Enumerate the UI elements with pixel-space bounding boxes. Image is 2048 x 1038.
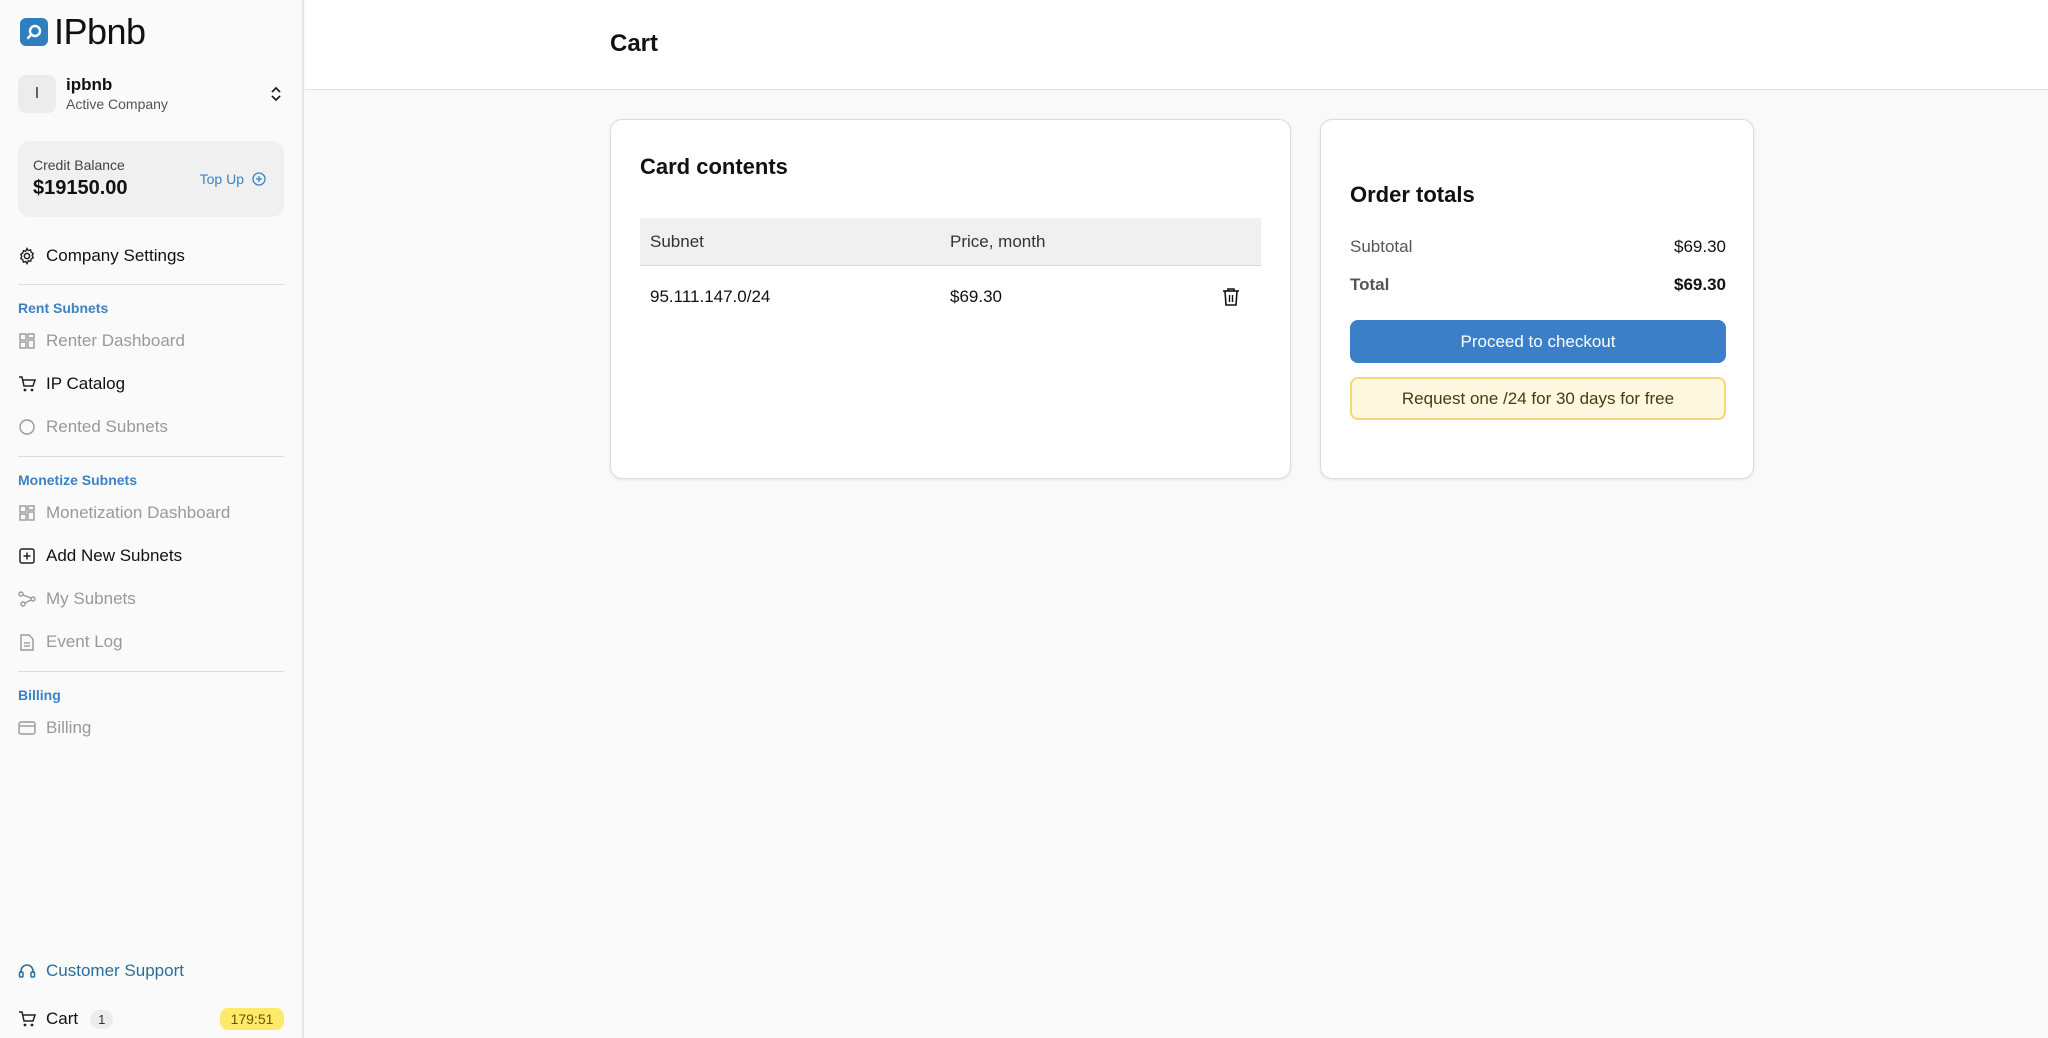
divider (18, 456, 284, 457)
sidebar-item-billing[interactable]: Billing (18, 716, 91, 740)
reservation-timer: 179:51 (220, 1008, 284, 1030)
sidebar-item-ip-catalog[interactable]: IP Catalog (18, 372, 125, 396)
section-label-rent: Rent Subnets (18, 300, 109, 316)
order-totals-title: Order totals (1350, 182, 1475, 207)
plus-circle-icon (252, 172, 266, 186)
network-icon (18, 590, 36, 608)
order-totals-card: Order totals Subtotal $69.30 Total $69.3… (1320, 119, 1754, 479)
column-header-price: Price, month (950, 231, 1046, 251)
circle-icon (18, 418, 36, 436)
sidebar-item-event-log[interactable]: Event Log (18, 630, 123, 654)
sidebar: IPbnb I ipbnb Active Company Credit Bala… (0, 0, 304, 1038)
sidebar-item-label: Rented Subnets (46, 417, 168, 436)
price-cell: $69.30 (950, 287, 1002, 306)
table-row: 95.111.147.0/24 $69.30 (640, 266, 1261, 328)
sidebar-item-renter-dashboard[interactable]: Renter Dashboard (18, 329, 185, 353)
total-row: Total $69.30 (1350, 275, 1726, 295)
logo-icon (20, 18, 48, 46)
divider (18, 671, 284, 672)
credit-balance-value: $19150.00 (33, 177, 128, 199)
top-up-button[interactable]: Top Up (200, 171, 266, 187)
cart-contents-card: Card contents Subnet Price, month 95.111… (610, 119, 1291, 479)
credit-balance-label: Credit Balance (33, 157, 125, 173)
cart-count-badge: 1 (90, 1009, 114, 1029)
sidebar-item-label: Billing (46, 718, 92, 737)
section-label-monetize: Monetize Subnets (18, 472, 138, 488)
company-switcher[interactable]: I ipbnb Active Company (18, 72, 286, 116)
credit-card-icon (18, 719, 36, 737)
company-status: Active Company (66, 96, 168, 112)
subtotal-row: Subtotal $69.30 (1350, 237, 1726, 257)
chevron-up-down-icon[interactable] (266, 82, 286, 106)
sidebar-item-my-subnets[interactable]: My Subnets (18, 587, 136, 611)
subtotal-value: $69.30 (1674, 237, 1726, 256)
column-header-subnet: Subnet (650, 231, 704, 251)
company-name: ipbnb (66, 75, 113, 94)
sidebar-item-label: Monetization Dashboard (46, 503, 231, 522)
top-up-label: Top Up (199, 171, 244, 187)
headset-icon (18, 962, 36, 980)
sidebar-item-label: Event Log (46, 632, 123, 651)
company-avatar: I (18, 75, 56, 113)
sidebar-item-label: IP Catalog (46, 374, 126, 393)
logo[interactable]: IPbnb (20, 14, 146, 50)
document-icon (18, 633, 36, 651)
cart-table: Subnet Price, month 95.111.147.0/24 $69.… (640, 218, 1261, 328)
gear-icon (18, 247, 36, 265)
section-label-billing: Billing (18, 687, 61, 703)
subnet-cell: 95.111.147.0/24 (650, 287, 771, 306)
dashboard-icon (18, 504, 36, 522)
customer-support-label: Customer Support (46, 961, 184, 980)
divider (18, 284, 284, 285)
sidebar-item-company-settings[interactable]: Company Settings (18, 244, 185, 268)
cart-icon (18, 1010, 36, 1028)
remove-item-button[interactable] (1201, 287, 1261, 307)
sidebar-item-label: My Subnets (46, 589, 136, 608)
sidebar-item-label: Renter Dashboard (46, 331, 185, 350)
logo-text: IPbnb (54, 11, 146, 52)
top-header (305, 0, 2048, 90)
sidebar-item-rented-subnets[interactable]: Rented Subnets (18, 415, 168, 439)
request-free-subnet-button[interactable]: Request one /24 for 30 days for free (1350, 377, 1726, 420)
total-value: $69.30 (1674, 275, 1726, 294)
sidebar-item-add-new-subnets[interactable]: Add New Subnets (18, 544, 182, 568)
cart-icon (18, 375, 36, 393)
table-header: Subnet Price, month (640, 218, 1261, 266)
credit-balance-card: Credit Balance $19150.00 Top Up (18, 141, 284, 217)
sidebar-item-cart[interactable]: Cart 1 (18, 1007, 114, 1031)
sidebar-item-label: Company Settings (46, 246, 185, 265)
sidebar-item-label: Add New Subnets (46, 546, 183, 565)
dashboard-icon (18, 332, 36, 350)
trash-icon (1223, 288, 1239, 306)
plus-square-icon (18, 547, 36, 565)
sidebar-item-monetization-dashboard[interactable]: Monetization Dashboard (18, 501, 230, 525)
total-label: Total (1350, 275, 1390, 294)
subtotal-label: Subtotal (1350, 237, 1413, 256)
sidebar-item-label: Cart (46, 1009, 79, 1028)
page-title: Cart (610, 30, 659, 57)
proceed-to-checkout-button[interactable]: Proceed to checkout (1350, 320, 1726, 363)
customer-support-link[interactable]: Customer Support (18, 959, 184, 983)
cart-contents-title: Card contents (640, 154, 788, 179)
